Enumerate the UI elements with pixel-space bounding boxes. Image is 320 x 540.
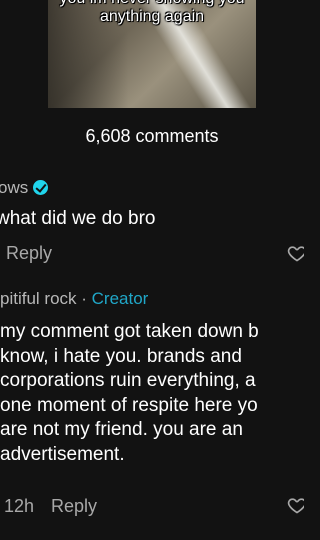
comment2-text-line: corporations ruin everything, a — [0, 370, 256, 391]
comment2-username[interactable]: pitiful rock — [0, 289, 77, 308]
verified-badge-icon — [33, 180, 49, 195]
comment2-reply-button[interactable]: Reply — [51, 496, 97, 517]
comments-count: 6,608 comments — [85, 126, 219, 146]
comment2-like-heart-icon[interactable] — [287, 495, 304, 515]
comments-screen: you im never showing you anything again … — [0, 0, 304, 540]
comment1-username[interactable]: ows — [0, 178, 28, 197]
comment2-text-line: my comment got taken down b — [0, 321, 259, 342]
comment2-separator: · — [76, 289, 92, 308]
video-caption-line1: you im never showing you — [48, 0, 256, 8]
comment2-timestamp: 12h — [4, 496, 35, 516]
comment1-username-row[interactable]: ows — [0, 178, 49, 198]
comment2-text-line: know, i hate you. brands and — [0, 345, 242, 367]
comment2-text-line: are not my friend. you are an — [0, 419, 243, 440]
comment1-reply-button[interactable]: Reply — [6, 243, 52, 264]
comment2-text-line: one moment of respite here yo — [0, 394, 258, 416]
comment2-username-row[interactable]: pitiful rock · Creator — [0, 289, 148, 309]
comment1-text: what did we do bro — [0, 208, 156, 229]
video-caption-line2: anything again — [99, 8, 205, 25]
creator-badge: Creator — [91, 289, 149, 308]
comment1-like-heart-icon[interactable] — [287, 243, 304, 263]
comment2-text-line: advertisement. — [0, 443, 125, 465]
